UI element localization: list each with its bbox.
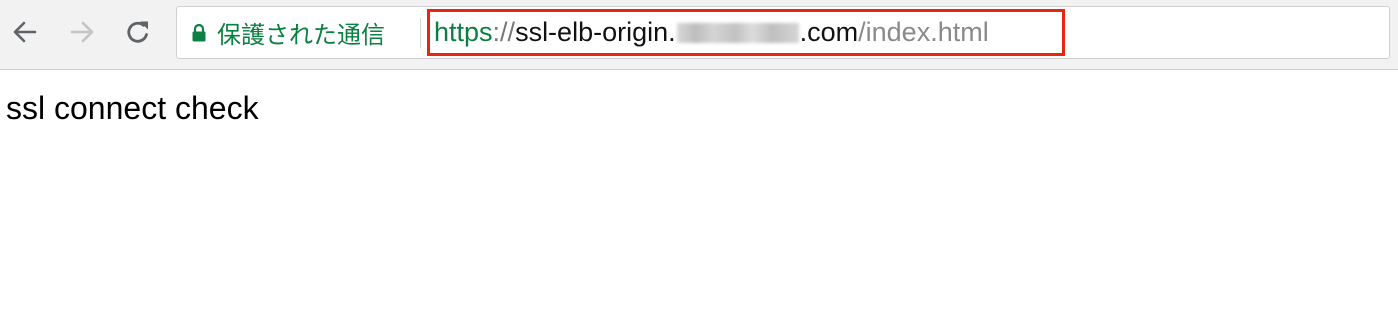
back-arrow-icon	[13, 21, 37, 43]
lock-icon	[192, 23, 206, 41]
reload-button[interactable]	[120, 14, 156, 50]
url-path: /index.html	[858, 17, 989, 47]
forward-button[interactable]	[64, 14, 100, 50]
forward-arrow-icon	[70, 21, 94, 43]
url-text[interactable]: https://ssl-elb-origin. .com/index.html	[427, 9, 1065, 56]
security-indicator[interactable]: 保護された通信	[191, 7, 385, 58]
security-label: 保護された通信	[217, 22, 385, 49]
back-button[interactable]	[7, 14, 43, 50]
page-body-text: ssl connect check	[6, 90, 259, 126]
url-host-prefix: ssl-elb-origin.	[515, 17, 676, 47]
address-bar[interactable]: 保護された通信 https://ssl-elb-origin. .com/inde…	[176, 6, 1390, 59]
browser-toolbar: 保護された通信 https://ssl-elb-origin. .com/inde…	[0, 0, 1398, 70]
reload-icon	[127, 21, 148, 43]
omnibox-divider	[420, 18, 421, 48]
redacted-domain	[676, 22, 799, 43]
url-scheme: https	[434, 17, 493, 47]
url-host-suffix: .com	[799, 17, 859, 47]
url-separator: ://	[492, 17, 516, 47]
